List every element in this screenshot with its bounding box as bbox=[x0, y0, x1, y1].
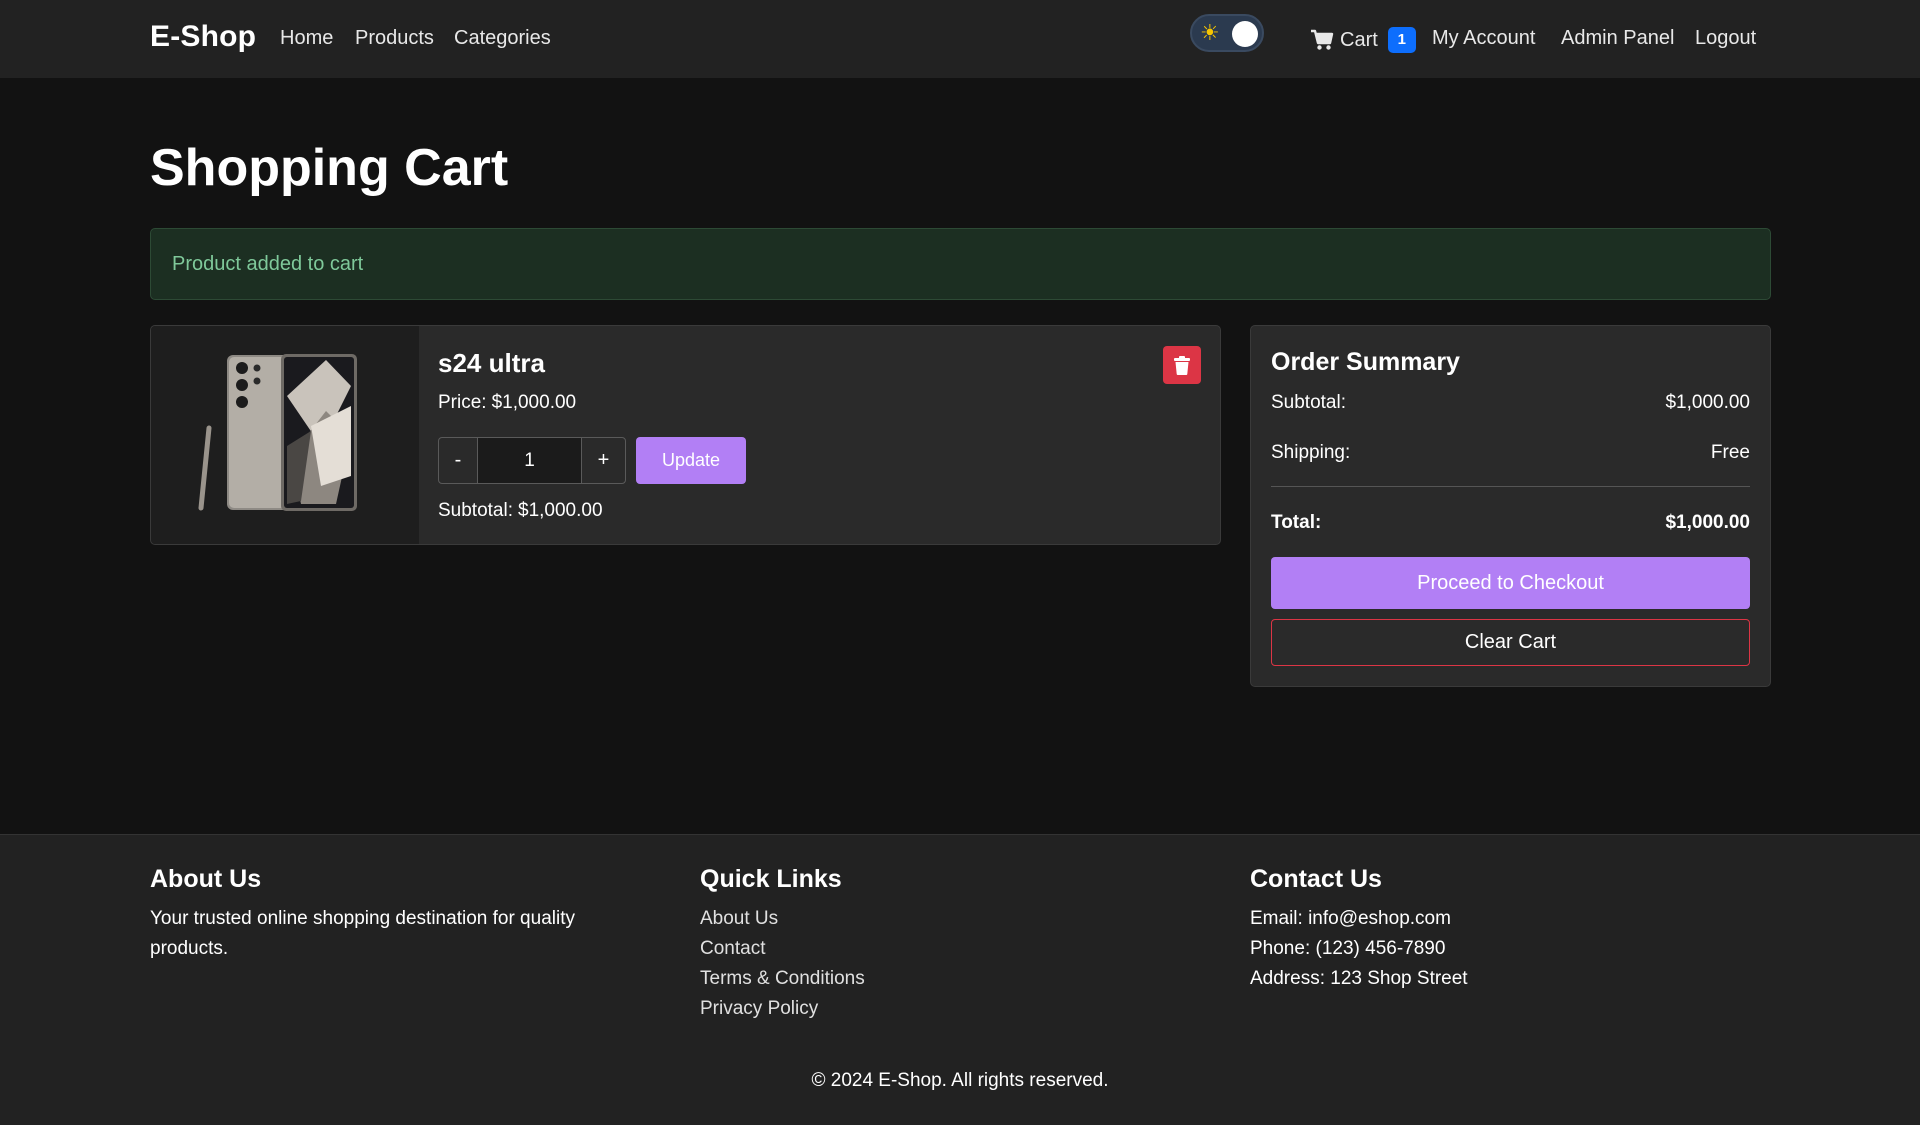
order-summary: Order Summary Subtotal: $1,000.00 Shippi… bbox=[1250, 325, 1771, 687]
item-subtotal-label: Subtotal: bbox=[438, 500, 513, 521]
footer-link-terms[interactable]: Terms & Conditions bbox=[700, 964, 1200, 994]
summary-divider bbox=[1271, 486, 1750, 487]
summary-subtotal-value: $1,000.00 bbox=[1665, 392, 1750, 413]
summary-shipping-label: Shipping: bbox=[1271, 442, 1351, 463]
summary-shipping-value: Free bbox=[1710, 442, 1750, 463]
nav-cart[interactable]: Cart 1 bbox=[1310, 27, 1416, 53]
decrease-quantity-button[interactable]: - bbox=[438, 437, 478, 484]
quantity-input[interactable]: 1 bbox=[478, 437, 581, 484]
sun-icon: ☀ bbox=[1200, 20, 1220, 45]
summary-total-label: Total: bbox=[1271, 512, 1322, 533]
footer: About Us Your trusted online shopping de… bbox=[0, 834, 1920, 1125]
price-label: Price: bbox=[438, 392, 487, 413]
clear-cart-button[interactable]: Clear Cart bbox=[1271, 619, 1750, 666]
summary-subtotal-label: Subtotal: bbox=[1271, 392, 1346, 413]
summary-total-value: $1,000.00 bbox=[1665, 512, 1750, 533]
price-value: $1,000.00 bbox=[491, 392, 577, 413]
quantity-stepper: - 1 + bbox=[438, 437, 626, 484]
brand-logo[interactable]: E-Shop bbox=[150, 20, 256, 54]
cart-label: Cart bbox=[1340, 28, 1378, 51]
summary-subtotal-row: Subtotal: $1,000.00 bbox=[1271, 392, 1750, 414]
trash-icon bbox=[1174, 355, 1190, 375]
product-image bbox=[151, 326, 419, 544]
order-summary-title: Order Summary bbox=[1271, 348, 1460, 376]
success-alert: Product added to cart bbox=[150, 228, 1771, 300]
increase-quantity-button[interactable]: + bbox=[581, 437, 626, 484]
footer-copyright: © 2024 E-Shop. All rights reserved. bbox=[811, 1070, 1109, 1091]
item-subtotal: Subtotal: $1,000.00 bbox=[438, 500, 603, 522]
footer-contact-title: Contact Us bbox=[1250, 865, 1382, 893]
page-title: Shopping Cart bbox=[150, 139, 509, 197]
footer-link-privacy[interactable]: Privacy Policy bbox=[700, 994, 1200, 1024]
footer-email: Email: info@eshop.com bbox=[1250, 908, 1451, 929]
footer-about: About Us Your trusted online shopping de… bbox=[150, 865, 650, 964]
nav-my-account[interactable]: My Account bbox=[1432, 27, 1535, 50]
product-name[interactable]: s24 ultra bbox=[438, 348, 545, 379]
footer-contact: Contact Us Email: info@eshop.com Phone: … bbox=[1250, 865, 1770, 994]
theme-toggle[interactable]: ☀ bbox=[1190, 14, 1264, 52]
cart-count-badge: 1 bbox=[1387, 27, 1416, 53]
nav-products[interactable]: Products bbox=[355, 27, 434, 50]
footer-links-title: Quick Links bbox=[700, 865, 842, 893]
footer-quick-links: Quick Links About Us Contact Terms & Con… bbox=[700, 865, 1200, 1024]
remove-item-button[interactable] bbox=[1163, 346, 1201, 384]
item-subtotal-value: $1,000.00 bbox=[518, 500, 603, 521]
summary-shipping-row: Shipping: Free bbox=[1271, 442, 1750, 464]
footer-address: Address: 123 Shop Street bbox=[1250, 968, 1468, 989]
update-button[interactable]: Update bbox=[636, 437, 746, 484]
nav-admin-panel[interactable]: Admin Panel bbox=[1561, 27, 1674, 50]
footer-link-contact[interactable]: Contact bbox=[700, 934, 1200, 964]
nav-logout[interactable]: Logout bbox=[1695, 27, 1756, 50]
navbar: E-Shop Home Products Categories ☀ Cart 1… bbox=[0, 0, 1920, 78]
footer-about-title: About Us bbox=[150, 865, 262, 893]
cart-item-card: s24 ultra Price: $1,000.00 - 1 + Update S… bbox=[150, 325, 1221, 545]
toggle-knob bbox=[1232, 21, 1258, 47]
proceed-to-checkout-button[interactable]: Proceed to Checkout bbox=[1271, 557, 1750, 609]
footer-link-about[interactable]: About Us bbox=[700, 904, 1200, 934]
cart-icon bbox=[1311, 29, 1334, 50]
nav-home[interactable]: Home bbox=[280, 27, 333, 50]
product-price: Price: $1,000.00 bbox=[438, 392, 576, 414]
summary-total-row: Total: $1,000.00 bbox=[1271, 512, 1750, 534]
footer-phone: Phone: (123) 456-7890 bbox=[1250, 938, 1446, 959]
nav-categories[interactable]: Categories bbox=[454, 27, 551, 50]
footer-about-text: Your trusted online shopping destination… bbox=[150, 908, 575, 959]
